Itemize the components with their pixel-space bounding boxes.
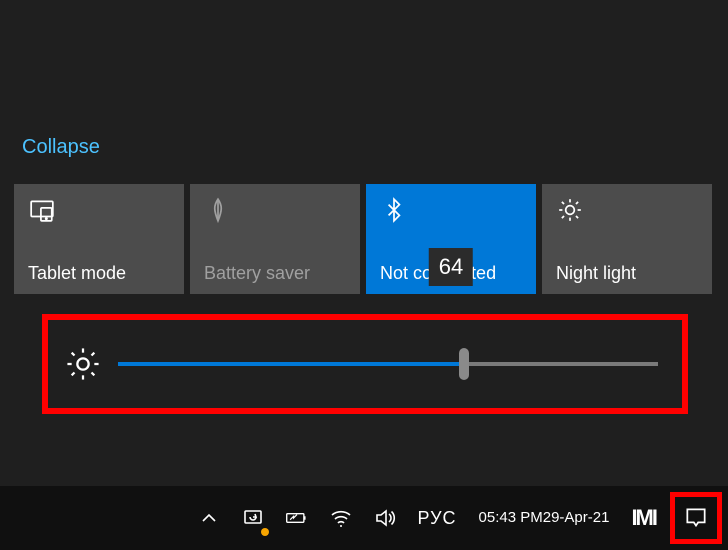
tray-overflow-button[interactable] [187,486,231,550]
collapse-link[interactable]: Collapse [22,136,100,159]
brightness-icon [66,347,100,381]
tile-label: Tablet mode [28,263,170,284]
tile-tablet-mode[interactable]: Tablet mode [14,184,184,294]
action-center-button[interactable] [670,492,722,544]
tray-clock[interactable]: 05:43 PM 29-Apr-21 [467,486,622,550]
system-tray: РУС 05:43 PM 29-Apr-21 IMI [187,486,728,550]
tray-date: 29-Apr-21 [543,509,610,527]
notification-dot [261,528,269,536]
taskbar: РУС 05:43 PM 29-Apr-21 IMI [0,486,728,550]
battery-saver-icon [204,196,232,224]
tray-battery-icon[interactable] [275,486,319,550]
brightness-slider-container [42,314,688,414]
tile-battery-saver[interactable]: Battery saver [190,184,360,294]
tile-night-light[interactable]: Night light [542,184,712,294]
quick-action-tiles: Tablet mode Battery saver Not connected … [14,184,712,294]
night-light-icon [556,196,584,224]
bluetooth-icon [380,196,408,224]
tray-volume-icon[interactable] [363,486,407,550]
tile-bluetooth[interactable]: Not connected 64 [366,184,536,294]
brightness-slider[interactable] [118,362,658,366]
brightness-slider-thumb[interactable] [459,348,469,380]
tray-sync-icon[interactable] [231,486,275,550]
tile-label: Battery saver [204,263,346,284]
tile-label: Night light [556,263,698,284]
tile-label: Not connected [380,263,522,284]
tray-language[interactable]: РУС [407,486,466,550]
tray-time: 05:43 PM [479,509,543,527]
tablet-mode-icon [28,196,56,224]
tray-wifi-icon[interactable] [319,486,363,550]
tray-app-logo[interactable]: IMI [621,486,666,550]
brightness-slider-fill [118,362,464,366]
